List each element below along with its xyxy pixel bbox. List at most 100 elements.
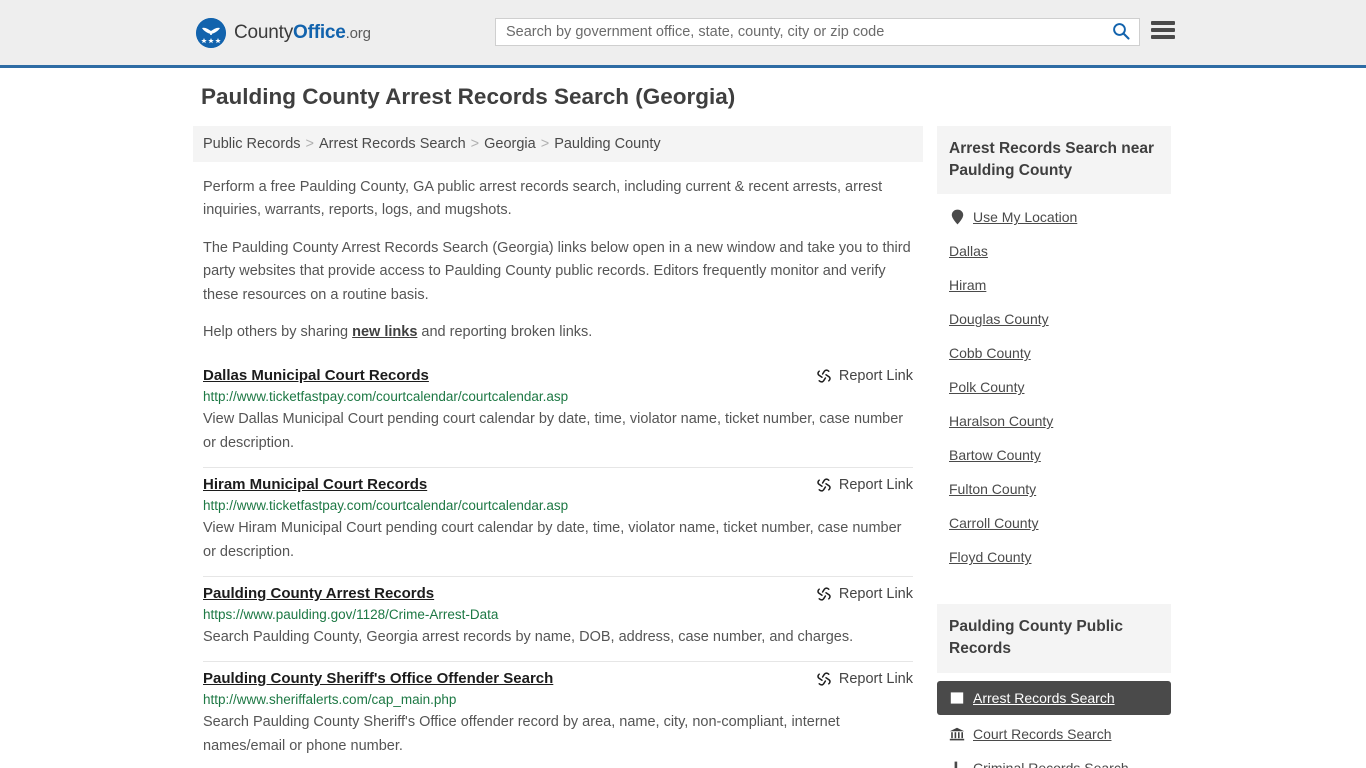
brand-part-county: County [234,21,294,43]
report-link-label: Report Link [838,477,913,494]
nearby-link-label[interactable]: Dallas [949,243,988,259]
result-title-link[interactable]: Hiram Municipal Court Records [203,476,427,493]
nearby-panel-heading: Arrest Records Search near Paulding Coun… [937,126,1171,195]
nearby-link-item[interactable]: Douglas County [937,302,1171,336]
public-records-link-item[interactable]: Arrest Records Search [937,680,1171,715]
arrest-records-icon [949,690,965,706]
intro-text: Perform a free Paulding County, GA publi… [193,176,923,345]
breadcrumb-separator: > [540,136,550,152]
report-link-label: Report Link [838,586,913,603]
report-link-button[interactable]: Report Link [816,368,913,384]
broken-link-icon [816,477,832,493]
menu-bar-1 [1151,21,1175,25]
intro-p3-after: and reporting broken links. [417,324,593,341]
public-records-link-item[interactable]: Court Records Search [937,717,1171,751]
menu-bar-2 [1151,28,1175,32]
result-url: https://www.paulding.gov/1128/Crime-Arre… [203,607,499,623]
search-button[interactable] [1103,19,1139,45]
nearby-link-label[interactable]: Carroll County [949,515,1038,531]
nearby-link-item[interactable]: Floyd County [937,540,1171,574]
nearby-link-label[interactable]: Hiram [949,277,986,293]
intro-p3-before: Help others by sharing [203,324,353,341]
result-header: Paulding County Sheriff's Office Offende… [203,670,913,687]
public-records-link-label[interactable]: Criminal Records Search [973,760,1129,768]
eagle-stars-emblem-icon [196,17,226,48]
public-records-link-label[interactable]: Court Records Search [973,726,1112,742]
result-title-link[interactable]: Paulding County Arrest Records [203,585,434,602]
nearby-link-label[interactable]: Bartow County [949,447,1041,463]
broken-link-icon [816,671,832,687]
result-description: View Hiram Municipal Court pending court… [203,520,902,561]
result-item: Paulding County Sheriff's Office Offende… [203,662,913,768]
nearby-link-item[interactable]: Polk County [937,370,1171,404]
nearby-link-item[interactable]: Dallas [937,234,1171,268]
report-link-label: Report Link [838,671,913,688]
result-title-link[interactable]: Paulding County Sheriff's Office Offende… [203,670,553,687]
result-item: Dallas Municipal Court Records Report Lin… [203,359,913,469]
intro-paragraph-2: The Paulding County Arrest Records Searc… [203,239,911,303]
result-url: http://www.ticketfastpay.com/courtcalend… [203,388,569,404]
nearby-link-label[interactable]: Fulton County [949,481,1036,497]
report-link-button[interactable]: Report Link [816,477,913,493]
nearby-link-label[interactable]: Polk County [949,379,1024,395]
site-header: CountyOffice.org [0,0,1366,68]
result-description: View Dallas Municipal Court pending cour… [203,410,904,451]
nearby-link-item[interactable]: Hiram [937,268,1171,302]
report-link-button[interactable]: Report Link [816,586,913,602]
result-item: Hiram Municipal Court Records Report Link… [203,468,913,578]
report-link-button[interactable]: Report Link [816,671,913,687]
public-records-link-label[interactable]: Arrest Records Search [973,690,1115,706]
public-records-panel-heading: Paulding County Public Records [937,604,1171,673]
report-link-label: Report Link [838,367,913,384]
public-records-links: Arrest Records Search Court Records Searc… [937,673,1171,768]
result-header: Hiram Municipal Court Records Report Link [203,476,913,493]
map-pin-icon [949,209,965,225]
main-content: Public Records > Arrest Records Search > Geo… [193,126,923,768]
brand-part-tld: .org [345,24,371,42]
breadcrumb-separator: > [470,136,480,152]
broken-link-icon [816,586,832,602]
result-title-link[interactable]: Dallas Municipal Court Records [203,367,429,384]
page-container: Paulding County Arrest Records Search (G… [193,68,1173,768]
result-item: Paulding County Arrest Records Report Lin… [203,577,913,663]
result-description: Search Paulding County Sheriff's Office … [203,714,840,755]
intro-paragraph-3: Help others by sharing new links and rep… [203,321,913,344]
nearby-link-item[interactable]: Carroll County [937,506,1171,540]
result-url: http://www.ticketfastpay.com/courtcalend… [203,498,569,514]
site-logo[interactable]: CountyOffice.org [196,17,371,48]
nearby-link-item[interactable]: Use My Location [937,200,1171,234]
criminal-records-icon [949,760,965,768]
nearby-link-item[interactable]: Fulton County [937,472,1171,506]
breadcrumb-item-1[interactable]: Arrest Records Search [319,136,466,152]
nearby-link-label[interactable]: Douglas County [949,311,1049,327]
nearby-link-label[interactable]: Use My Location [973,209,1077,225]
public-records-link-item[interactable]: Criminal Records Search [937,751,1171,768]
nearby-link-item[interactable]: Haralson County [937,404,1171,438]
content-columns: Public Records > Arrest Records Search > Geo… [193,126,1173,768]
breadcrumb-separator: > [305,136,314,152]
sidebar: Arrest Records Search near Paulding Coun… [937,126,1171,768]
brand-part-office: Office [293,21,346,43]
breadcrumb-item-0[interactable]: Public Records [203,136,301,152]
hamburger-menu-icon[interactable] [1151,19,1175,41]
nearby-link-label[interactable]: Floyd County [949,549,1031,565]
result-description: Search Paulding County, Georgia arrest r… [203,629,854,646]
result-header: Paulding County Arrest Records Report Lin… [203,585,913,602]
results-list: Dallas Municipal Court Records Report Lin… [193,359,923,768]
nearby-link-item[interactable]: Bartow County [937,438,1171,472]
result-url: http://www.sheriffalerts.com/cap_main.ph… [203,692,457,708]
search-input[interactable] [496,19,1103,45]
new-links-link[interactable]: new links [352,324,417,340]
breadcrumb-item-2[interactable]: Georgia [484,136,536,152]
nearby-link-label[interactable]: Haralson County [949,413,1053,429]
intro-paragraph-1: Perform a free Paulding County, GA publi… [203,179,883,219]
page-title: Paulding County Arrest Records Search (G… [201,84,736,109]
nearby-links: Use My Location Dallas Hiram Douglas County… [937,194,1171,584]
menu-bar-3 [1151,35,1175,39]
breadcrumb: Public Records > Arrest Records Search > Geo… [193,126,923,162]
breadcrumb-item-3: Paulding County [554,136,661,152]
nearby-link-item[interactable]: Cobb County [937,336,1171,370]
result-header: Dallas Municipal Court Records Report Lin… [203,367,913,384]
nearby-link-label[interactable]: Cobb County [949,345,1031,361]
